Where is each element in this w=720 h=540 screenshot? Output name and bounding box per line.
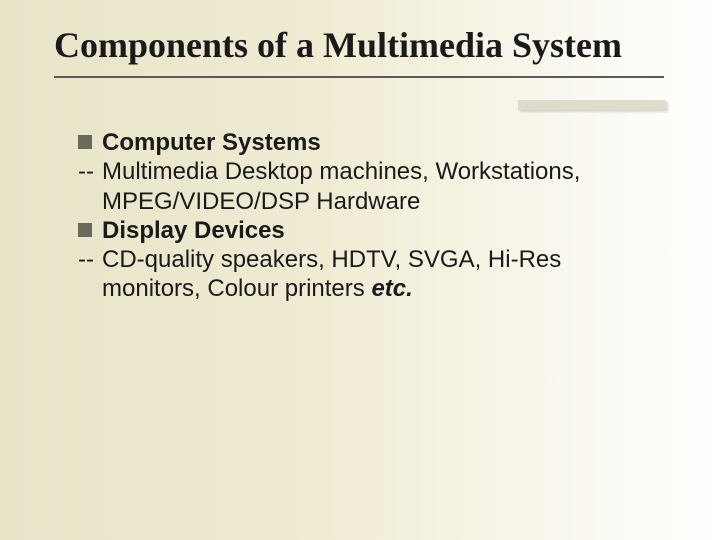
slide-title: Components of a Multimedia System xyxy=(54,24,622,66)
detail-text-pre: CD-quality speakers, HDTV, SVGA, Hi-Res … xyxy=(102,246,561,302)
heading-display-devices: Display Devices xyxy=(102,216,285,245)
detail-computer-systems: -- Multimedia Desktop machines, Workstat… xyxy=(78,157,658,216)
title-underline xyxy=(54,76,664,78)
slide-content: Computer Systems -- Multimedia Desktop m… xyxy=(78,128,658,304)
slide: Components of a Multimedia System Comput… xyxy=(0,0,720,540)
detail-text-display-devices: CD-quality speakers, HDTV, SVGA, Hi-Res … xyxy=(102,245,658,304)
detail-display-devices: -- CD-quality speakers, HDTV, SVGA, Hi-R… xyxy=(78,245,658,304)
dash-marker: -- xyxy=(78,157,102,216)
detail-text-computer-systems: Multimedia Desktop machines, Workstation… xyxy=(102,157,658,216)
square-bullet-icon xyxy=(78,135,92,149)
accent-bar xyxy=(518,100,666,110)
detail-text-etc: etc. xyxy=(371,275,412,302)
square-bullet-icon xyxy=(78,223,92,237)
heading-computer-systems: Computer Systems xyxy=(102,128,321,157)
dash-marker: -- xyxy=(78,245,102,304)
bullet-item-display-devices: Display Devices xyxy=(78,216,658,245)
bullet-item-computer-systems: Computer Systems xyxy=(78,128,658,157)
